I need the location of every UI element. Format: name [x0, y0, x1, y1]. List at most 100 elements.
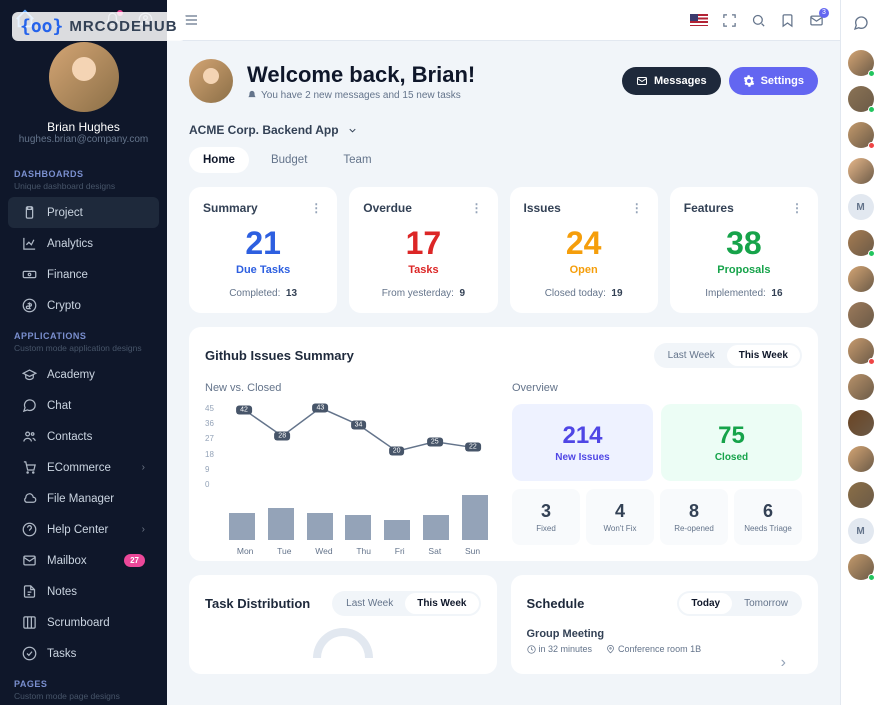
contact-avatar[interactable] — [848, 158, 874, 184]
sidebar-item-help-center[interactable]: Help Center › — [8, 514, 159, 545]
user-name: Brian Hughes — [0, 120, 167, 134]
sidebar-item-analytics[interactable]: Analytics — [8, 228, 159, 259]
topbar: 3 — [167, 0, 840, 41]
contact-avatar[interactable] — [848, 50, 874, 76]
github-range-toggle: Last Week This Week — [654, 343, 802, 368]
board-icon — [22, 615, 37, 630]
card-label: Open — [524, 264, 644, 276]
sidebar-item-label: Project — [47, 207, 83, 219]
sidebar-item-label: Chat — [47, 400, 71, 412]
sidebar-item-label: Scrumboard — [47, 617, 110, 629]
contact-avatar[interactable] — [848, 482, 874, 508]
contact-avatar[interactable] — [848, 338, 874, 364]
line-chart: 4536271890 42284334202522 MonTueWedThuFr… — [205, 404, 492, 514]
contact-avatar[interactable] — [848, 122, 874, 148]
sidebar-item-ecommerce[interactable]: ECommerce › — [8, 452, 159, 483]
sidebar-item-chat[interactable]: Chat — [8, 390, 159, 421]
sidebar-item-project[interactable]: Project — [8, 197, 159, 228]
donut-chart-stub — [313, 628, 373, 658]
td-pill-last[interactable]: Last Week — [334, 593, 405, 614]
schedule-item[interactable]: Group Meeting in 32 minutes Conference r… — [527, 628, 803, 654]
sidebar-item-contacts[interactable]: Contacts — [8, 421, 159, 452]
user-avatar-large[interactable] — [49, 42, 119, 112]
card-label: Tasks — [363, 264, 483, 276]
contact-avatar[interactable] — [848, 302, 874, 328]
data-label: 25 — [427, 437, 443, 446]
card-value: 21 — [203, 225, 323, 262]
github-summary-card: Github Issues Summary Last Week This Wee… — [189, 327, 818, 561]
sched-today[interactable]: Today — [679, 593, 732, 614]
more-icon[interactable]: ⋮ — [631, 201, 644, 215]
contact-avatar[interactable] — [848, 230, 874, 256]
sched-tomorrow[interactable]: Tomorrow — [732, 593, 800, 614]
welcome-avatar — [189, 59, 233, 103]
sidebar-item-notes[interactable]: Notes — [8, 576, 159, 607]
pill-this-week[interactable]: This Week — [727, 345, 800, 366]
contact-avatar[interactable] — [848, 446, 874, 472]
sidebar-item-label: File Manager — [47, 493, 114, 505]
sidebar-item-academy[interactable]: Academy — [8, 359, 159, 390]
card-substat: Completed: 13 — [203, 288, 323, 299]
card-label: Due Tasks — [203, 264, 323, 276]
data-label: 43 — [312, 403, 328, 412]
contact-avatar[interactable] — [848, 410, 874, 436]
more-icon[interactable]: ⋮ — [791, 201, 804, 215]
check-icon — [22, 646, 37, 661]
clipboard-icon — [22, 205, 37, 220]
task-dist-title: Task Distribution — [205, 596, 310, 611]
sidebar-section-header: PAGES — [0, 669, 167, 689]
tab-home[interactable]: Home — [189, 147, 249, 173]
td-pill-this[interactable]: This Week — [405, 593, 478, 614]
flag-us-icon[interactable] — [690, 14, 708, 26]
settings-button[interactable]: Settings — [729, 67, 818, 95]
sidebar-section-header: APPLICATIONS — [0, 321, 167, 341]
sidebar-item-finance[interactable]: Finance — [8, 259, 159, 290]
sidebar-item-file-manager[interactable]: File Manager — [8, 483, 159, 514]
sidebar-item-tasks[interactable]: Tasks — [8, 638, 159, 669]
contact-avatar[interactable]: M — [848, 194, 874, 220]
card-substat: Implemented: 16 — [684, 288, 804, 299]
contact-avatar[interactable] — [848, 86, 874, 112]
bar — [307, 513, 333, 541]
tab-team[interactable]: Team — [329, 147, 385, 173]
sidebar-item-crypto[interactable]: Crypto — [8, 290, 159, 321]
more-icon[interactable]: ⋮ — [471, 201, 484, 215]
contact-avatar[interactable]: M — [848, 518, 874, 544]
schedule-card: Schedule Today Tomorrow Group Meeting in… — [511, 575, 819, 674]
mail-icon — [22, 553, 37, 568]
card-title: Issues — [524, 201, 561, 215]
card-label: Proposals — [684, 264, 804, 276]
chevron-right-icon: › — [142, 462, 145, 473]
users-icon — [22, 429, 37, 444]
watermark: {oo} MRCODEHUB — [12, 12, 186, 41]
chart-subtitle: New vs. Closed — [205, 382, 492, 394]
pill-last-week[interactable]: Last Week — [656, 345, 727, 366]
contact-avatar[interactable] — [848, 266, 874, 292]
more-icon[interactable]: ⋮ — [310, 201, 323, 215]
welcome-title: Welcome back, Brian! — [247, 62, 475, 88]
overview-big-closed: 75Closed — [661, 404, 802, 481]
sidebar-section-header: DASHBOARDS — [0, 159, 167, 179]
user-email: hughes.brian@company.com — [0, 134, 167, 145]
app-selector[interactable]: ACME Corp. Backend App — [189, 123, 358, 137]
fullscreen-icon[interactable] — [722, 13, 737, 28]
sidebar-item-scrumboard[interactable]: Scrumboard — [8, 607, 159, 638]
contact-avatar[interactable] — [848, 374, 874, 400]
sidebar-section-sub: Custom mode application designs — [0, 341, 167, 359]
welcome-subtitle: You have 2 new messages and 15 new tasks — [247, 90, 475, 101]
sidebar-section-sub: Custom mode page designs — [0, 689, 167, 705]
search-icon[interactable] — [751, 13, 766, 28]
bookmark-icon[interactable] — [780, 13, 795, 28]
sidebar-item-mailbox[interactable]: Mailbox 27 — [8, 545, 159, 576]
messages-button[interactable]: Messages — [622, 67, 721, 95]
contact-avatar[interactable] — [848, 554, 874, 580]
mail-badge-icon[interactable]: 3 — [809, 13, 824, 28]
tab-budget[interactable]: Budget — [257, 147, 321, 173]
chat-bubble-icon[interactable] — [848, 10, 874, 36]
sidebar-item-label: Help Center — [47, 524, 108, 536]
bar — [345, 515, 371, 540]
bell-icon — [247, 90, 257, 100]
overview-small-needs-triage: 6Needs Triage — [734, 489, 802, 545]
sidebar-item-label: Mailbox — [47, 555, 87, 567]
chevron-down-icon — [347, 125, 358, 136]
